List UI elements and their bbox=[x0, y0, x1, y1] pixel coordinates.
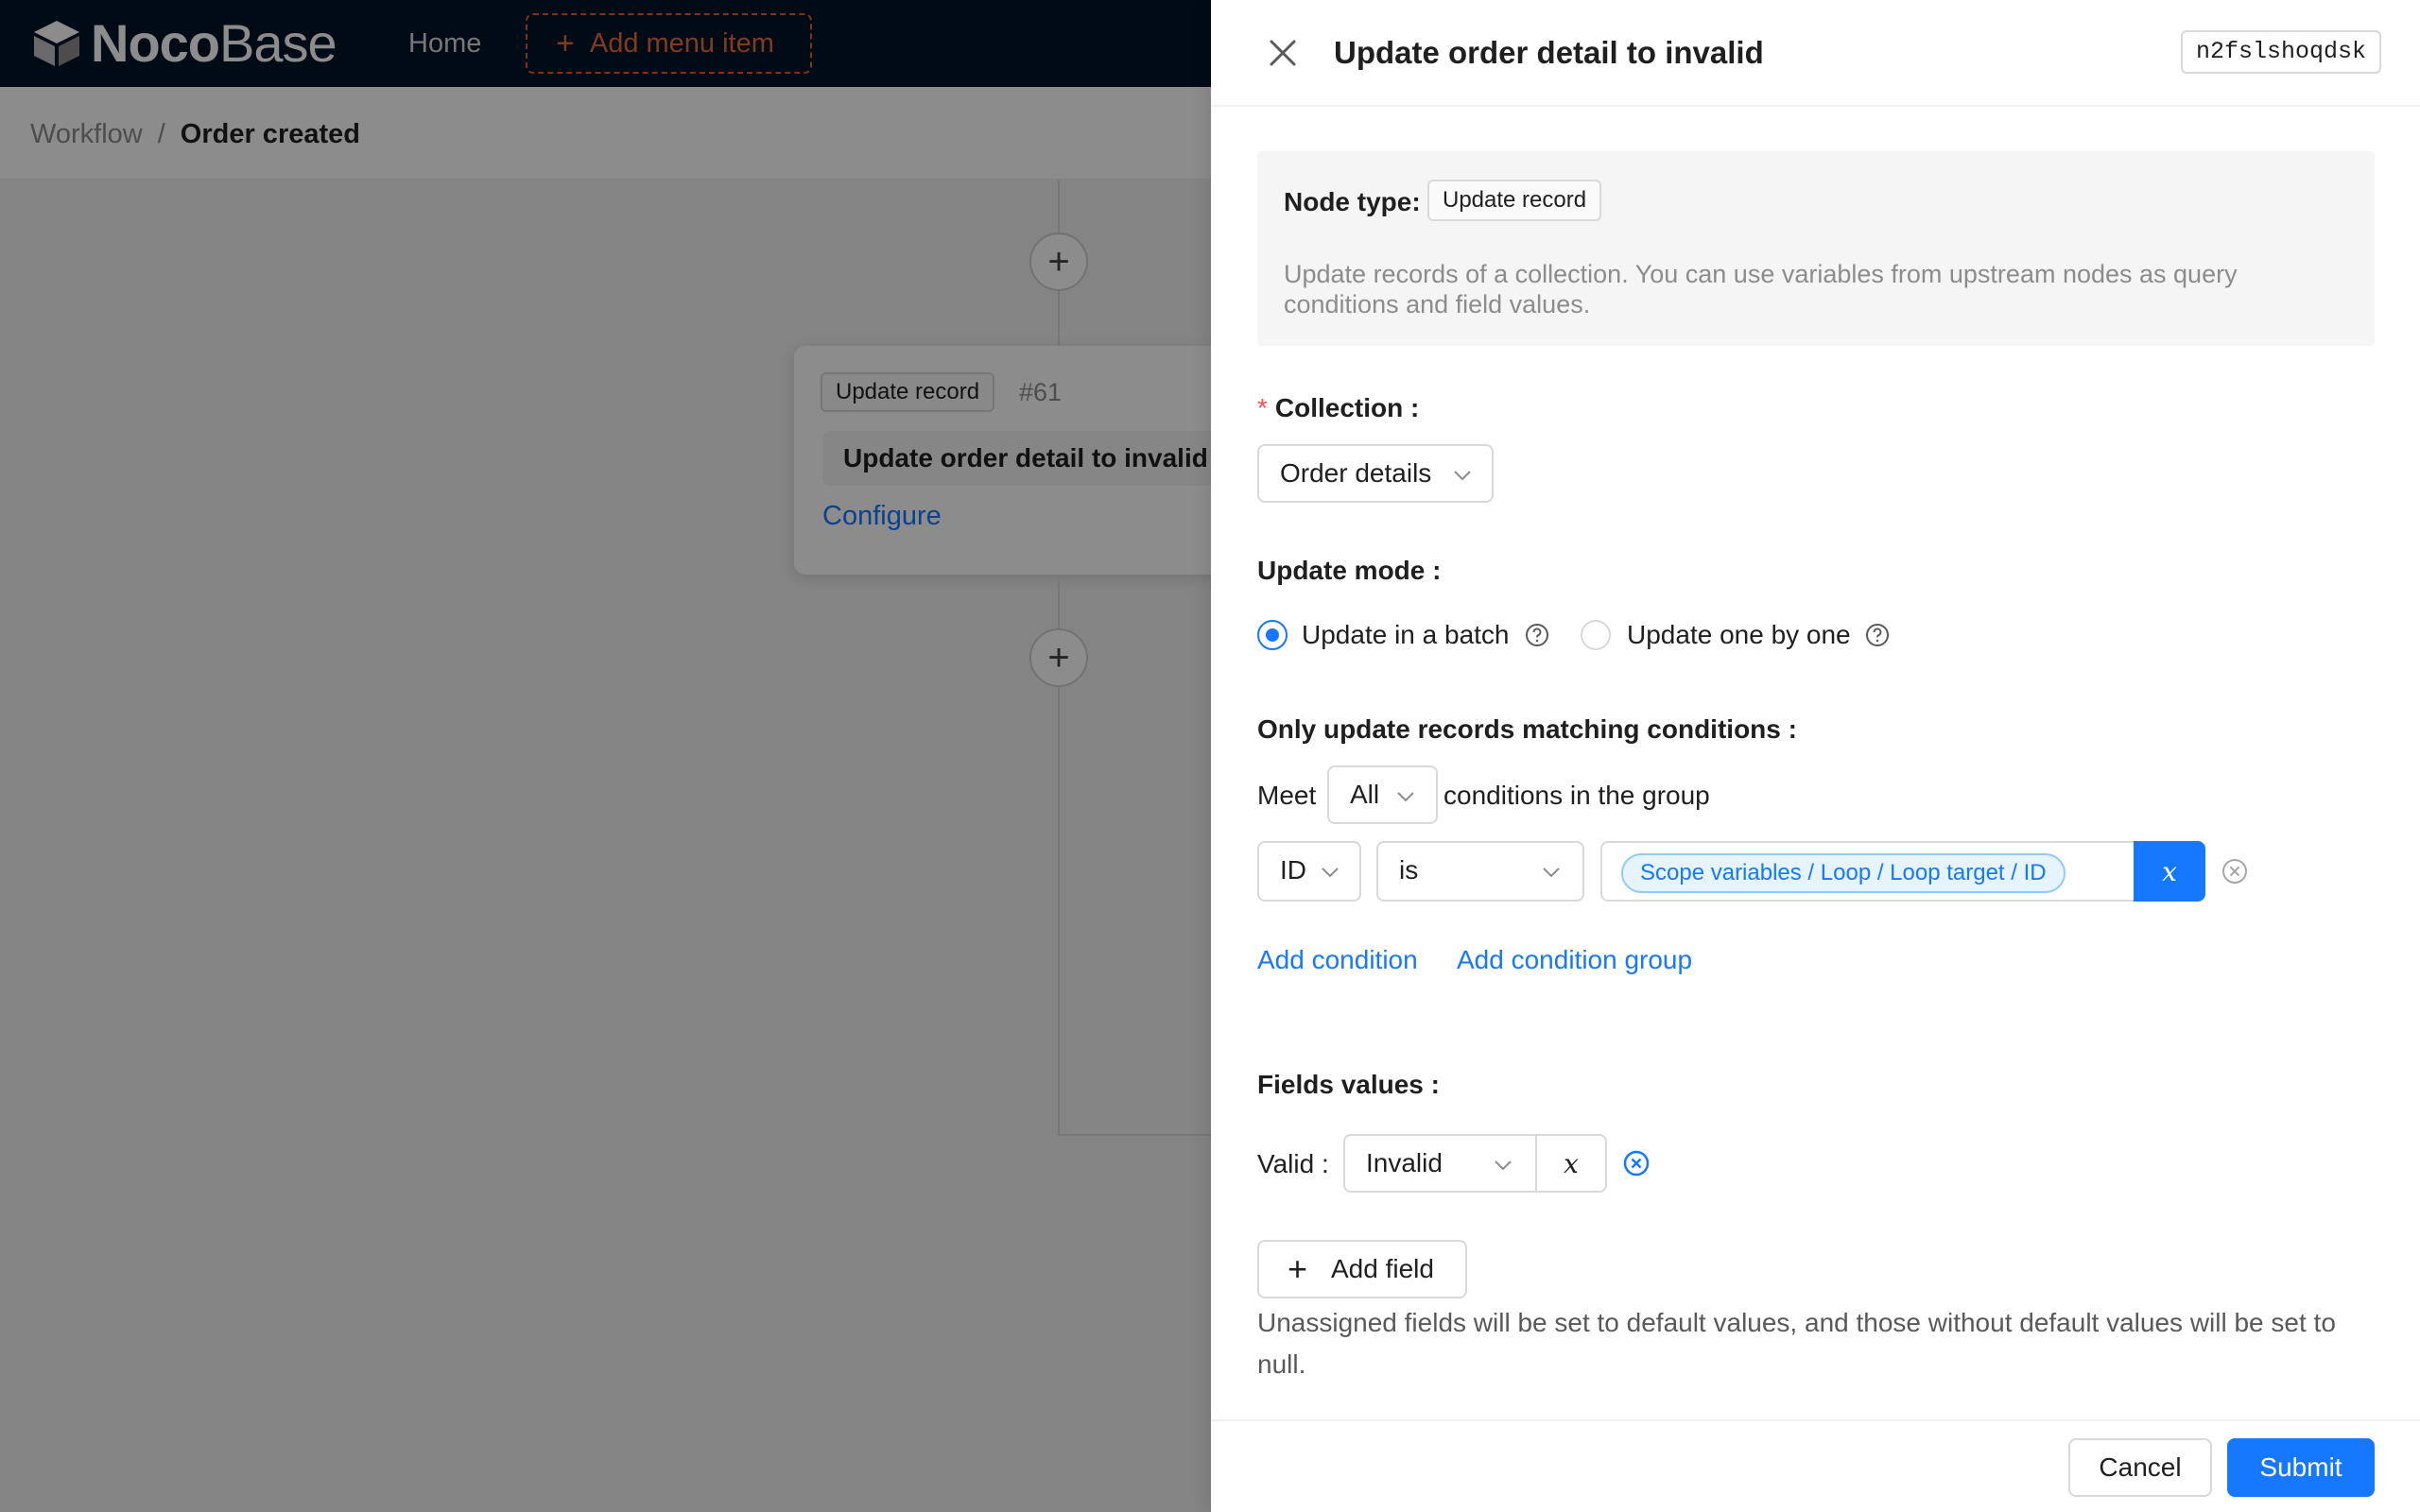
submit-button[interactable]: Submit bbox=[2227, 1438, 2375, 1497]
fields-help-text: Unassigned fields will be set to default… bbox=[1257, 1308, 2336, 1379]
node-type-tag: Update record bbox=[1427, 180, 1602, 221]
drawer-title[interactable]: Update order detail to invalid bbox=[1334, 34, 1764, 72]
close-icon[interactable] bbox=[1264, 34, 1302, 72]
condition-field-select[interactable]: ID bbox=[1257, 841, 1361, 902]
chevron-down-icon bbox=[1495, 1160, 1512, 1171]
remove-field-icon[interactable] bbox=[1622, 1149, 1651, 1177]
meet-value: All bbox=[1350, 780, 1380, 809]
chevron-down-icon bbox=[1454, 471, 1471, 481]
chevron-down-icon bbox=[1543, 868, 1560, 878]
field-valid-select[interactable]: Invalid bbox=[1343, 1134, 1537, 1193]
variable-picker-button[interactable]: x bbox=[2134, 841, 2205, 902]
radio-update-one-by-one[interactable] bbox=[1581, 620, 1611, 650]
radio-update-in-batch[interactable] bbox=[1257, 620, 1288, 650]
meet-suffix: conditions in the group bbox=[1443, 781, 1710, 810]
meet-prefix: Meet bbox=[1257, 781, 1317, 810]
field-valid-value: Invalid bbox=[1366, 1148, 1443, 1177]
node-type-description: Update records of a collection. You can … bbox=[1284, 260, 2238, 318]
node-key-badge: n2fslshoqdsk bbox=[2181, 30, 2382, 74]
conditions-label: Only update records matching conditions … bbox=[1257, 714, 1797, 744]
variable-tag[interactable]: Scope variables / Loop / Loop target / I… bbox=[1621, 853, 2066, 893]
fields-values-label: Fields values : bbox=[1257, 1070, 1440, 1099]
remove-condition-icon[interactable] bbox=[2221, 857, 2249, 885]
condition-value-input[interactable]: Scope variables / Loop / Loop target / I… bbox=[1600, 841, 2136, 902]
radio-update-one-by-one-label[interactable]: Update one by one bbox=[1627, 618, 1851, 652]
drawer-footer: Cancel Submit bbox=[1211, 1419, 2420, 1512]
variable-picker-button[interactable]: x bbox=[1535, 1134, 1607, 1193]
add-field-button[interactable]: + Add field bbox=[1257, 1240, 1467, 1298]
condition-operator-value: is bbox=[1399, 855, 1419, 885]
cancel-button[interactable]: Cancel bbox=[2068, 1438, 2212, 1497]
plus-icon: + bbox=[1288, 1249, 1308, 1288]
question-circle-icon[interactable] bbox=[1865, 623, 1890, 647]
collection-value: Order details bbox=[1280, 458, 1432, 488]
field-valid-label: Valid : bbox=[1257, 1149, 1329, 1178]
radio-update-in-batch-label[interactable]: Update in a batch bbox=[1302, 618, 1510, 652]
add-field-label: Add field bbox=[1331, 1254, 1434, 1283]
update-mode-label: Update mode : bbox=[1257, 556, 1442, 585]
node-type-label: Node type: bbox=[1284, 187, 1421, 216]
chevron-down-icon bbox=[1322, 868, 1339, 878]
add-condition-group-link[interactable]: Add condition group bbox=[1457, 943, 1692, 977]
meet-select[interactable]: All bbox=[1327, 765, 1438, 824]
node-type-info: Node type: Update record Update records … bbox=[1257, 151, 2375, 346]
add-condition-link[interactable]: Add condition bbox=[1257, 943, 1418, 977]
condition-operator-select[interactable]: is bbox=[1376, 841, 1584, 902]
required-mark: * bbox=[1257, 393, 1268, 422]
chevron-down-icon bbox=[1397, 792, 1414, 802]
drawer-header: Update order detail to invalid n2fslshoq… bbox=[1211, 0, 2420, 107]
collection-select[interactable]: Order details bbox=[1257, 444, 1494, 503]
collection-label: * Collection : bbox=[1257, 393, 1420, 422]
node-config-drawer: Update order detail to invalid n2fslshoq… bbox=[1211, 0, 2420, 1512]
condition-field-value: ID bbox=[1280, 855, 1306, 885]
question-circle-icon[interactable] bbox=[1525, 623, 1549, 647]
